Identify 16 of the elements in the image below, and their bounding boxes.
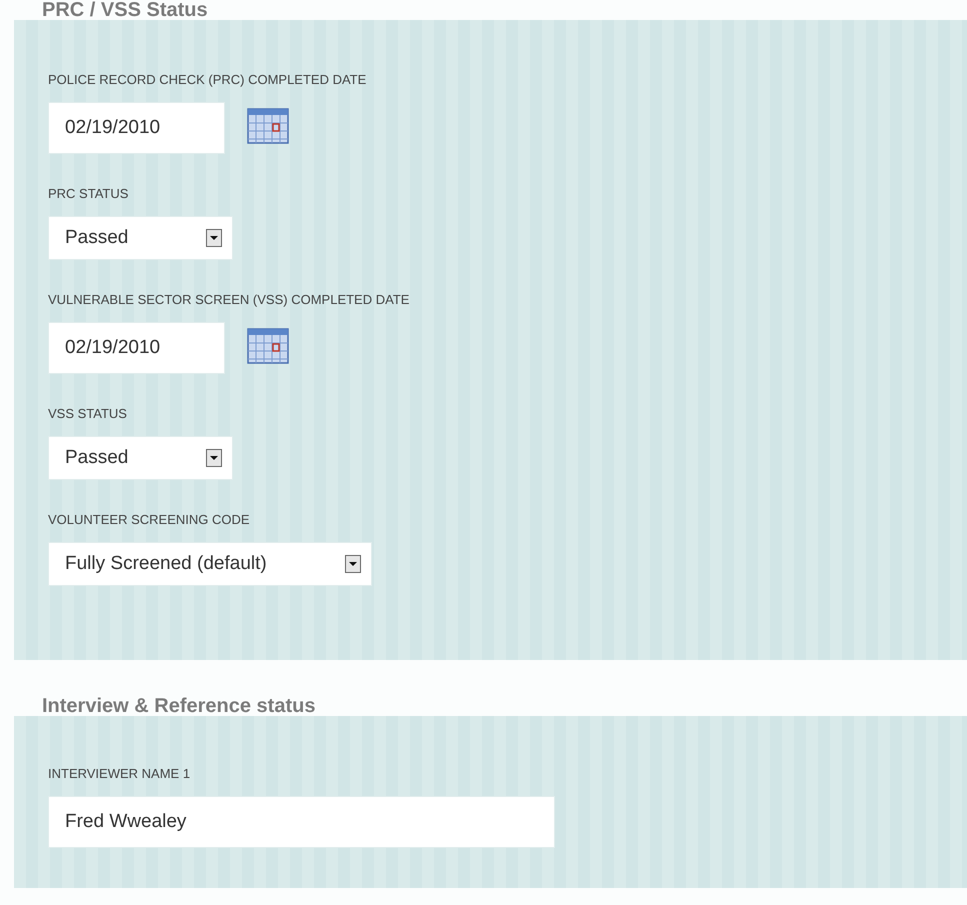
date-field[interactable]: 02/19/2010: [48, 322, 225, 374]
dropdown[interactable]: Passed: [48, 216, 234, 260]
field-label: POLICE RECORD CHECK (PRC) COMPLETED DATE: [48, 72, 368, 88]
dropdown[interactable]: Passed: [48, 436, 234, 480]
field-label: VSS STATUS: [48, 406, 128, 422]
field-label: VULNERABLE SECTOR SCREEN (VSS) COMPLETED DATE: [48, 292, 410, 308]
section-title: PRC / VSS Status: [42, 0, 209, 20]
dropdown[interactable]: Fully Screened (default): [48, 542, 372, 586]
date-field[interactable]: 02/19/2010: [48, 102, 225, 154]
section-title: Interview & Reference status: [42, 696, 316, 716]
field-label: PRC STATUS: [48, 186, 130, 202]
field-label: INTERVIEWER NAME 1: [48, 766, 192, 782]
calendar-icon[interactable]: [247, 326, 289, 364]
field-label: VOLUNTEER SCREENING CODE: [48, 512, 251, 528]
text-field[interactable]: Fred Wwealey: [48, 796, 555, 848]
calendar-icon[interactable]: [247, 106, 289, 144]
